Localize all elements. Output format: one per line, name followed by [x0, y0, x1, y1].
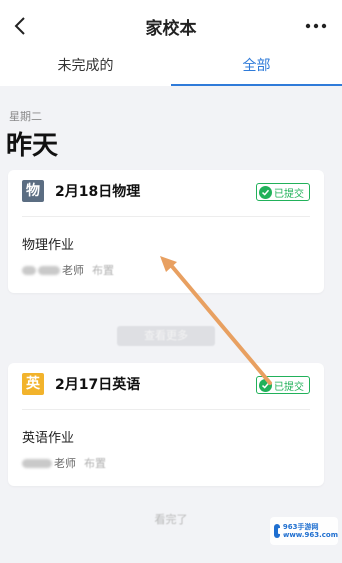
site-watermark: 963手游网 www.963.com	[270, 517, 338, 545]
more-horizontal-icon	[305, 23, 327, 29]
status-label: 已提交	[274, 188, 304, 200]
teacher-name-redacted	[22, 265, 36, 275]
more-button[interactable]	[302, 12, 330, 40]
homework-name: 英语作业	[22, 431, 75, 446]
teacher-suffix: 老师	[54, 457, 76, 470]
check-icon	[259, 185, 272, 199]
card-title: 2月17日英语	[55, 377, 141, 393]
homework-card-physics[interactable]: 物 2月18日物理 已提交 物理作业 老师 布置	[8, 170, 324, 293]
tab-bar: 未完成的 全部	[0, 50, 342, 86]
card-title: 2月18日物理	[55, 184, 141, 200]
status-badge: 已提交	[256, 183, 310, 201]
published-label: 布置	[84, 457, 106, 470]
weekday-label: 星期二	[9, 110, 42, 123]
check-icon	[259, 378, 272, 392]
homework-card-english[interactable]: 英 2月17日英语 已提交 英语作业 老师 布置	[8, 363, 324, 486]
day-heading: 昨天	[6, 131, 59, 161]
subject-badge: 英	[22, 373, 44, 395]
watermark-text: 963手游网 www.963.com	[282, 523, 338, 539]
page-title: 家校本	[145, 19, 197, 39]
published-label: 布置	[92, 264, 114, 277]
divider	[22, 216, 310, 217]
teacher-name-redacted	[38, 265, 60, 275]
status-label: 已提交	[274, 381, 304, 393]
teacher-line: 老师 布置	[22, 262, 114, 278]
status-badge: 已提交	[256, 376, 310, 394]
teacher-suffix: 老师	[62, 264, 84, 277]
subject-badge: 物	[22, 180, 44, 202]
tab-unfinished[interactable]: 未完成的	[0, 50, 171, 86]
divider	[22, 409, 310, 410]
tab-all[interactable]: 全部	[171, 50, 342, 86]
site-logo-icon	[274, 524, 284, 538]
teacher-name-redacted	[22, 458, 52, 468]
teacher-line: 老师 布置	[22, 455, 106, 471]
load-more-button[interactable]: 查看更多	[117, 326, 215, 346]
homework-name: 物理作业	[22, 238, 75, 253]
top-bar: 家校本	[0, 0, 342, 50]
